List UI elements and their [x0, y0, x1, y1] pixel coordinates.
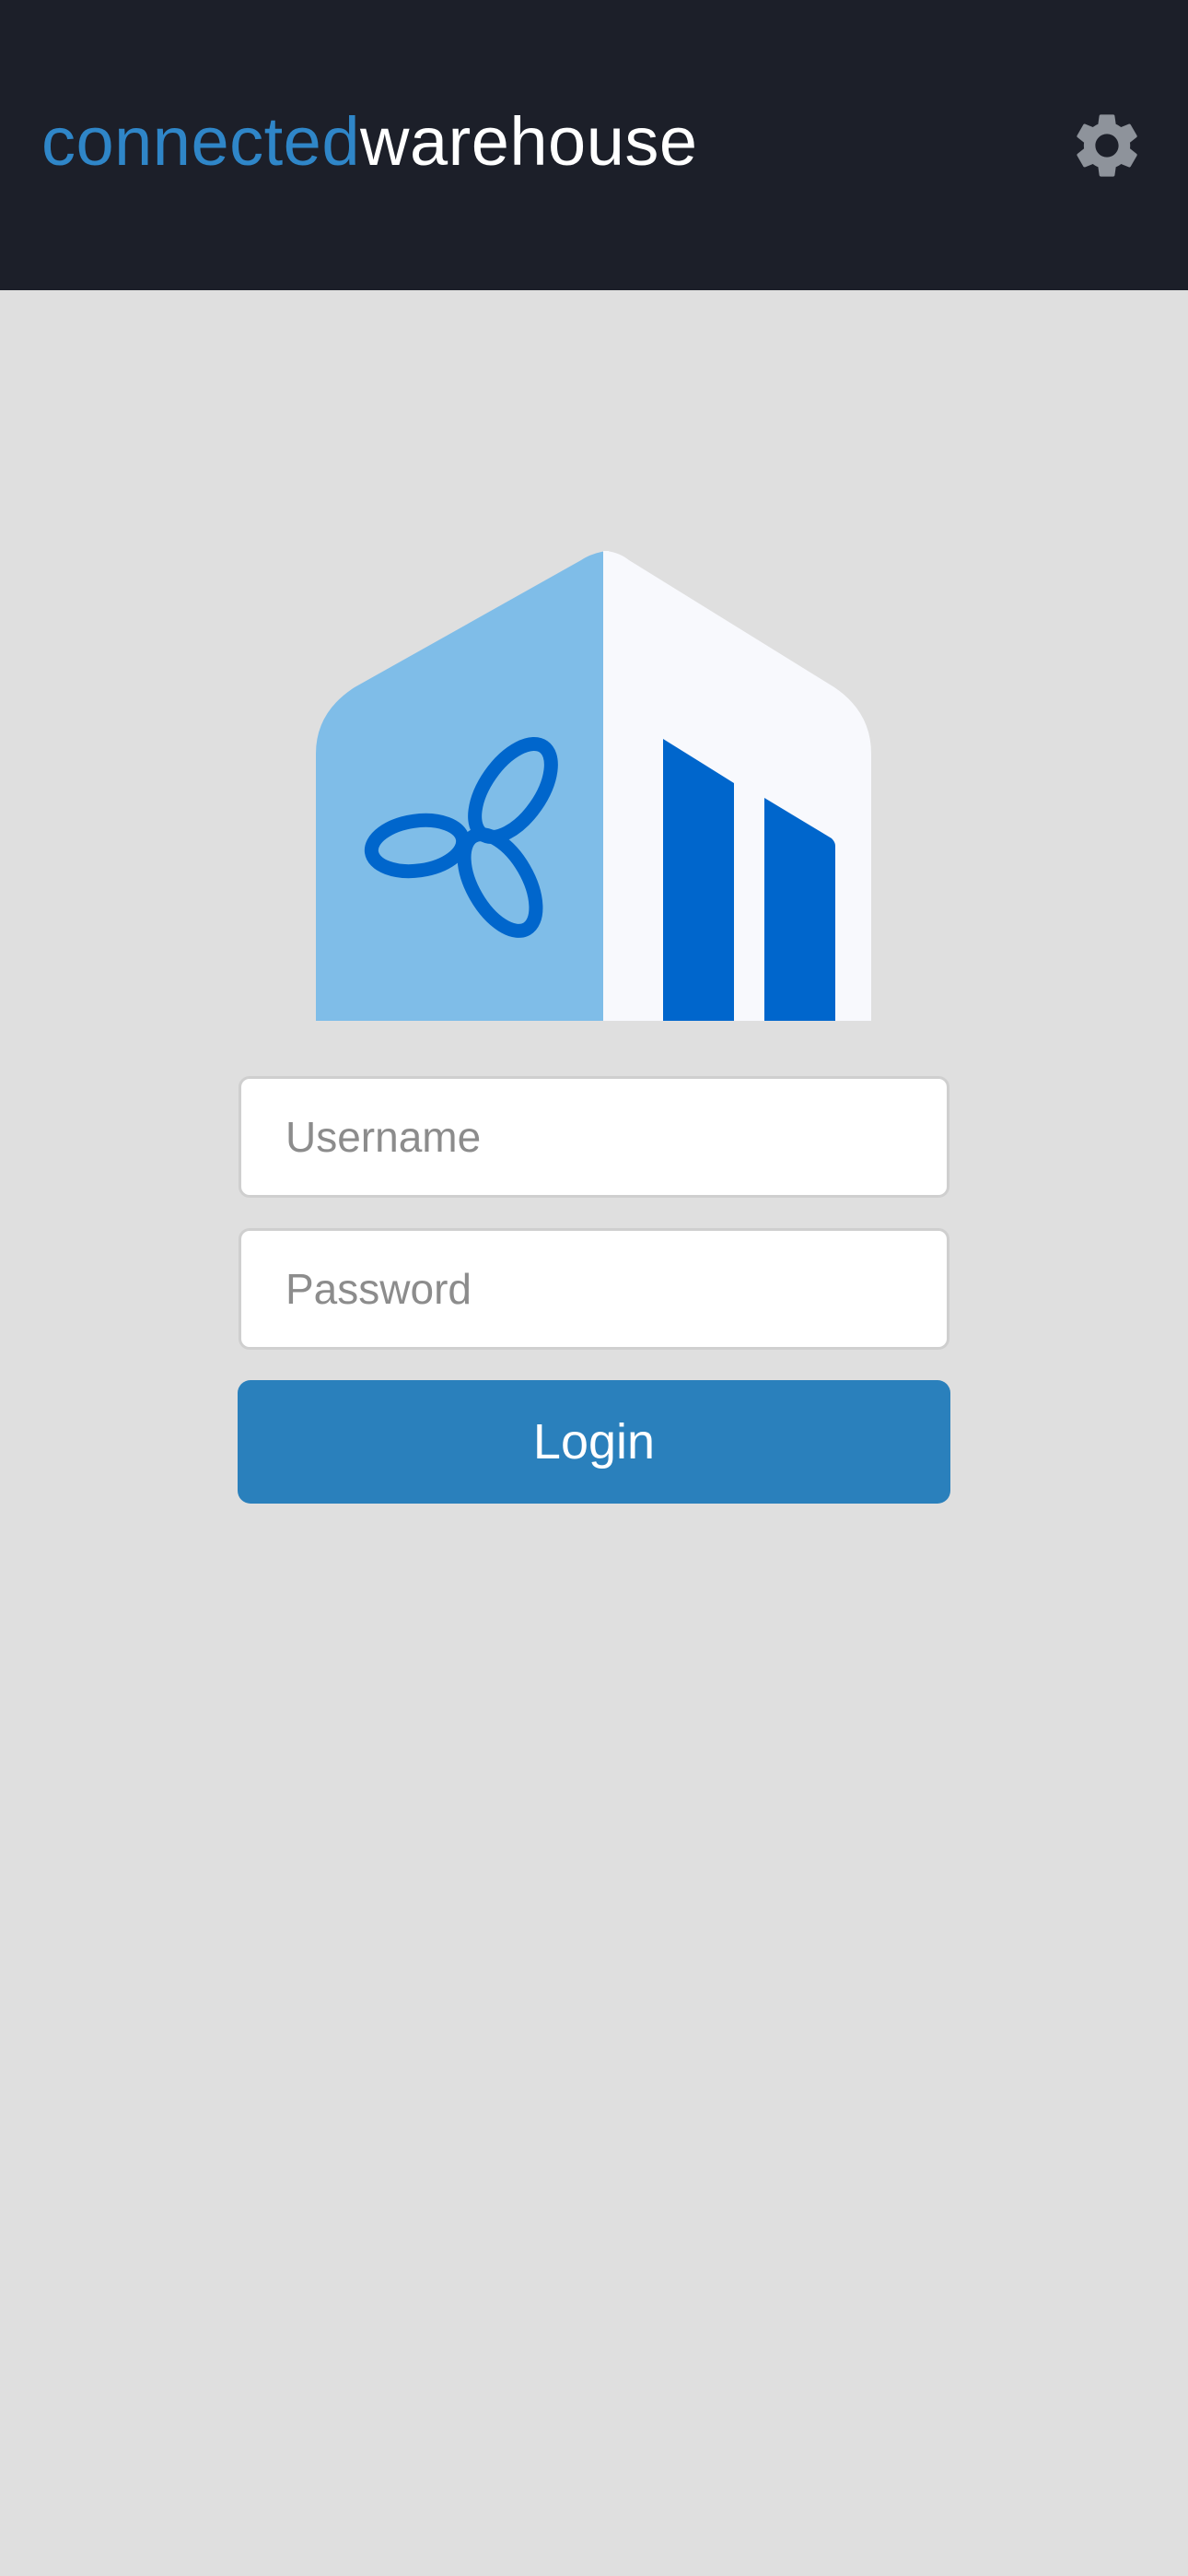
- settings-button[interactable]: [1068, 107, 1146, 184]
- gear-icon: [1077, 114, 1137, 177]
- app-header: connectedwarehouse: [0, 0, 1188, 290]
- warehouse-logo-icon: [316, 551, 871, 1021]
- login-button[interactable]: Login: [238, 1380, 950, 1504]
- app-title-connected: connected: [41, 103, 360, 180]
- username-input[interactable]: [239, 1076, 949, 1198]
- warehouse-logo: [316, 551, 872, 1021]
- password-input[interactable]: [239, 1228, 949, 1350]
- app-title-warehouse: warehouse: [360, 103, 698, 180]
- app-title: connectedwarehouse: [41, 100, 698, 184]
